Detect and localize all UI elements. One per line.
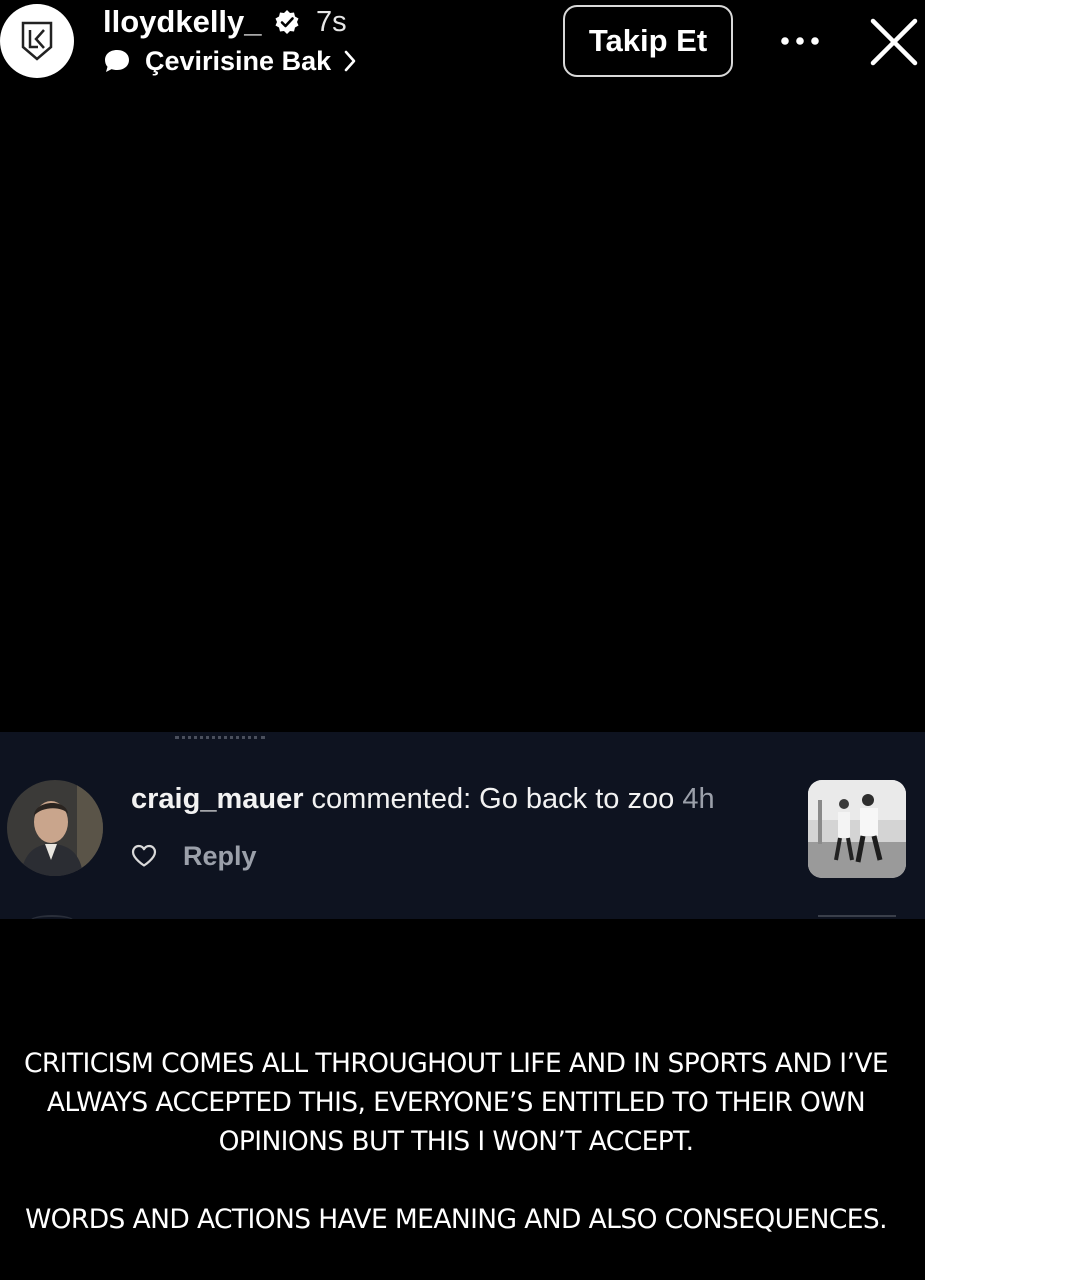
next-comment-thumbnail-edge bbox=[818, 915, 896, 919]
comment-username[interactable]: craig_mauer bbox=[131, 783, 304, 815]
brand-logo-icon bbox=[21, 21, 53, 61]
comment-body: commented: Go back to zoo bbox=[303, 783, 683, 815]
post-time: 7s bbox=[316, 6, 347, 38]
close-icon[interactable] bbox=[869, 17, 919, 67]
statement-paragraph-1: CRITICISM COMES ALL THROUGHOUT LIFE AND … bbox=[23, 1048, 889, 1157]
post-thumbnail[interactable] bbox=[808, 780, 906, 878]
reply-button[interactable]: Reply bbox=[183, 838, 257, 874]
see-translation-link[interactable]: Çevirisine Bak bbox=[103, 44, 357, 78]
username[interactable]: lloydkelly_ bbox=[103, 2, 262, 42]
comment-text: craig_mauer commented: Go back to zoo 4h bbox=[131, 779, 715, 819]
speech-bubble-icon bbox=[105, 50, 129, 72]
statement-paragraph-2: WORDS AND ACTIONS HAVE MEANING AND ALSO … bbox=[25, 1204, 887, 1235]
comment-screenshot: craig_mauer commented: Go back to zoo 4h… bbox=[0, 732, 925, 919]
profile-avatar[interactable] bbox=[0, 4, 74, 78]
follow-button[interactable]: Takip Et bbox=[563, 5, 733, 77]
commenter-avatar[interactable] bbox=[7, 780, 103, 876]
more-dots-icon[interactable] bbox=[778, 30, 822, 52]
next-comment-avatar-edge bbox=[30, 915, 74, 919]
statement-text: CRITICISM COMES ALL THROUGHOUT LIFE AND … bbox=[0, 1044, 912, 1239]
previous-comment-edge bbox=[175, 732, 265, 739]
heart-icon[interactable] bbox=[131, 844, 157, 868]
see-translation-label: Çevirisine Bak bbox=[145, 46, 332, 76]
commenter-photo-icon bbox=[7, 780, 103, 876]
verified-badge-icon bbox=[275, 10, 299, 34]
chevron-right-icon bbox=[344, 50, 356, 72]
comment-age: 4h bbox=[682, 783, 715, 815]
post-photo-icon bbox=[808, 780, 906, 878]
story-viewer: lloydkelly_ 7s Çevirisine Bak Takip Et c… bbox=[0, 0, 925, 1280]
